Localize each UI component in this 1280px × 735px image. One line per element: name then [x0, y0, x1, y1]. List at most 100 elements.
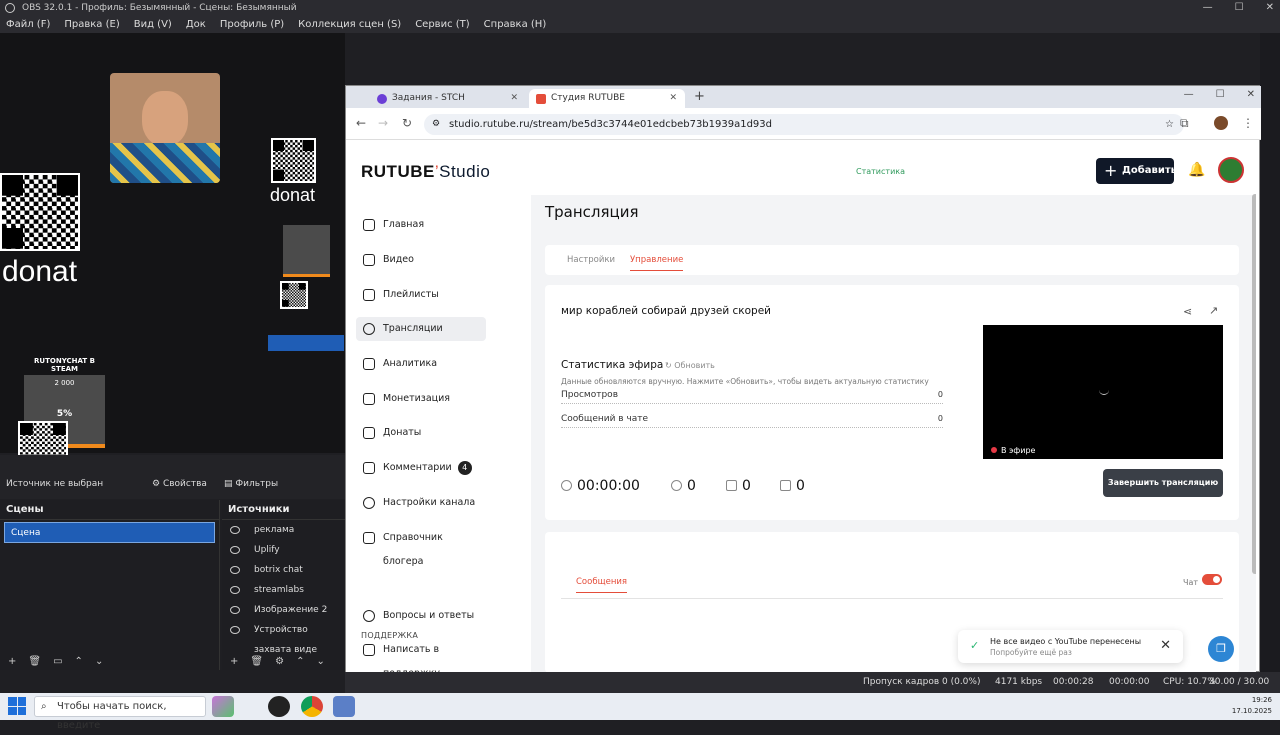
sidebar-item-donations[interactable]: Донаты — [356, 421, 486, 445]
taskbar-clock[interactable]: 19:26 17.10.2025 — [1232, 695, 1272, 717]
menu-view[interactable]: Вид (V) — [134, 16, 172, 33]
extensions-icon[interactable]: ⧉ — [1180, 116, 1189, 131]
tab-settings[interactable]: Настройки — [567, 255, 615, 265]
minimize-icon[interactable]: — — [1203, 0, 1213, 16]
flower-widget-icon[interactable] — [212, 696, 234, 717]
sidebar-item-streams[interactable]: Трансляции — [356, 317, 486, 341]
maximize-icon[interactable]: ☐ — [1216, 89, 1225, 100]
page-scrollbar[interactable] — [1252, 194, 1256, 574]
eye-icon[interactable] — [230, 586, 240, 594]
sidebar-item-home[interactable]: Главная — [356, 213, 486, 237]
close-icon[interactable]: ✕ — [1247, 89, 1255, 100]
browser-tab[interactable]: Задания - STCH ✕ — [370, 89, 526, 108]
stream-preview-player[interactable]: В эфире — [983, 325, 1223, 459]
bookmark-star-icon[interactable]: ☆ — [1165, 114, 1174, 135]
gift-icon — [363, 427, 375, 439]
move-up-icon[interactable]: ⌃ — [296, 654, 304, 670]
chrome-taskbar-icon[interactable] — [301, 696, 323, 717]
end-stream-button[interactable]: Завершить трансляцию — [1103, 469, 1223, 497]
obs-source-toolbar: Источник не выбран ⚙ Свойства ▤ Фильтры — [0, 455, 345, 499]
sidebar-item-playlists[interactable]: Плейлисты — [356, 283, 486, 307]
taskbar-search[interactable]: ⌕ Чтобы начать поиск, введите — [34, 696, 206, 731]
stats-note: Данные обновляются вручную. Нажмите «Обн… — [561, 377, 929, 386]
address-bar[interactable]: ⚙ studio.rutube.ru/stream/be5d3c3744e01ed… — [424, 114, 1184, 135]
maximize-icon[interactable]: ☐ — [1235, 0, 1244, 16]
profile-avatar[interactable] — [1214, 116, 1228, 130]
app-taskbar-icon[interactable] — [333, 696, 355, 717]
source-item[interactable]: Устройство захвата виде — [222, 620, 345, 655]
external-link-icon[interactable]: ↗ — [1209, 304, 1218, 317]
menu-profile[interactable]: Профиль (P) — [220, 16, 284, 33]
sidebar-item-analytics[interactable]: Аналитика — [356, 352, 486, 376]
menu-tools[interactable]: Сервис (T) — [415, 16, 469, 33]
menu-edit[interactable]: Правка (E) — [64, 16, 119, 33]
move-down-icon[interactable]: ⌄ — [316, 654, 324, 670]
close-tab-icon[interactable]: ✕ — [510, 89, 518, 108]
sidebar-item-faq[interactable]: Вопросы и ответы — [356, 604, 486, 628]
stat-row-chat-messages: Сообщений в чате 0 — [561, 414, 943, 428]
donat-label-small: donat — [270, 185, 316, 205]
minimize-icon[interactable]: — — [1184, 89, 1194, 100]
obs-menu-bar: Файл (F) Правка (E) Вид (V) Док Профиль … — [0, 16, 1280, 33]
chat-toggle[interactable] — [1202, 574, 1222, 585]
move-up-icon[interactable]: ⌃ — [75, 654, 83, 670]
avatar[interactable] — [1218, 157, 1244, 183]
move-down-icon[interactable]: ⌄ — [95, 654, 103, 670]
eye-icon[interactable] — [230, 526, 240, 534]
add-button[interactable]: Добавить — [1096, 158, 1177, 184]
source-item[interactable]: реклама — [222, 520, 345, 540]
add-source-icon[interactable]: + — [230, 654, 238, 670]
source-item[interactable]: botrix chat — [222, 560, 345, 580]
menu-file[interactable]: Файл (F) — [6, 16, 50, 33]
eye-icon[interactable] — [230, 566, 240, 574]
tab-messages[interactable]: Сообщения — [576, 577, 628, 593]
sidebar-item-channel-settings[interactable]: Настройки канала — [356, 491, 486, 515]
sidebar-item-monetization[interactable]: Монетизация — [356, 387, 486, 411]
scene-item[interactable]: Сцена — [4, 522, 215, 543]
browser-toolbar: ← → ↻ ⚙ studio.rutube.ru/stream/be5d3c374… — [346, 108, 1261, 140]
obs-taskbar-icon[interactable] — [268, 696, 290, 717]
source-item[interactable]: Изображение 2 — [222, 600, 345, 620]
remove-source-icon[interactable]: 🗑 — [250, 654, 263, 670]
mail-icon — [363, 644, 375, 656]
source-settings-icon[interactable]: ⚙ — [275, 654, 284, 670]
scene-filter-icon[interactable]: ▭ — [53, 654, 62, 670]
browser-tab-active[interactable]: Студия RUTUBE ✕ — [529, 89, 685, 108]
rutube-studio-logo[interactable]: RUTUBE’Studio — [361, 162, 490, 182]
close-icon[interactable]: ✕ — [1160, 638, 1171, 653]
share-icon[interactable]: ⋖ — [1183, 305, 1192, 318]
chat-toggle-label: Чат — [1183, 578, 1199, 587]
site-info-icon[interactable]: ⚙ — [432, 114, 440, 135]
viewers-count: 0 — [671, 478, 696, 494]
browser-menu-icon[interactable]: ⋮ — [1242, 116, 1254, 130]
source-item[interactable]: Uplify — [222, 540, 345, 560]
menu-help[interactable]: Справка (H) — [484, 16, 547, 33]
close-icon[interactable]: ✕ — [1266, 0, 1274, 16]
scenes-header: Сцены — [0, 500, 219, 520]
add-scene-icon[interactable]: + — [8, 654, 16, 670]
menu-docks[interactable]: Док — [186, 16, 206, 33]
new-tab-icon[interactable]: + — [694, 89, 705, 104]
sidebar-item-video[interactable]: Видео — [356, 248, 486, 272]
tab-management[interactable]: Управление — [630, 255, 684, 271]
sidebar-item-comments[interactable]: Комментарии 4 — [356, 456, 486, 480]
help-button[interactable]: ❐ — [1208, 636, 1234, 662]
obs-preview[interactable]: donat donat RUTONYCHAT В STEAM 2 000 5% … — [0, 33, 345, 469]
filters-button[interactable]: ▤ Фильтры — [224, 479, 278, 489]
back-icon[interactable]: ← — [356, 116, 366, 130]
source-item[interactable]: streamlabs — [222, 580, 345, 600]
properties-button[interactable]: ⚙ Свойства — [152, 479, 207, 489]
sidebar-item-contact-support[interactable]: Написать в поддержку — [356, 638, 486, 673]
remove-scene-icon[interactable]: 🗑 — [28, 654, 41, 670]
eye-icon[interactable] — [230, 606, 240, 614]
close-tab-icon[interactable]: ✕ — [669, 89, 677, 108]
windows-start-icon[interactable] — [8, 697, 26, 715]
forward-icon[interactable]: → — [378, 116, 388, 130]
menu-scene-collection[interactable]: Коллекция сцен (S) — [298, 16, 401, 33]
sidebar-item-blogger-guide[interactable]: Справочник блогера — [356, 526, 486, 567]
eye-icon[interactable] — [230, 546, 240, 554]
eye-icon[interactable] — [230, 626, 240, 634]
refresh-button[interactable]: ↻ Обновить — [665, 361, 715, 370]
bell-icon[interactable]: 🔔 — [1188, 162, 1205, 178]
reload-icon[interactable]: ↻ — [402, 116, 412, 130]
